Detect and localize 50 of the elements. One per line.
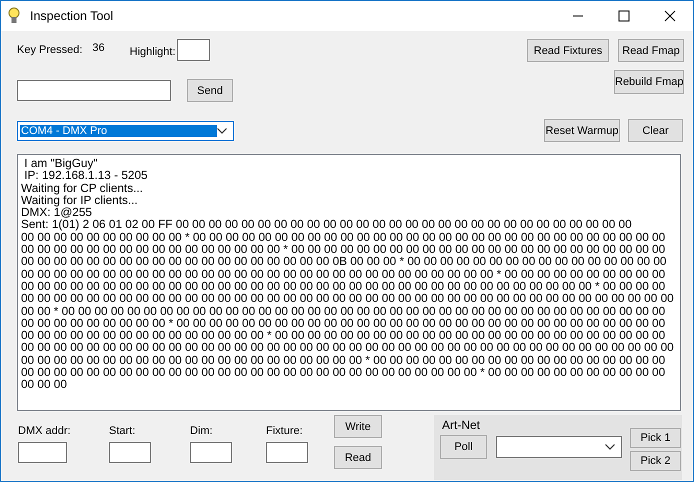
log-line: Waiting for CP clients... <box>21 182 144 194</box>
send-button[interactable]: Send <box>187 79 233 102</box>
read-button[interactable]: Read <box>334 446 382 469</box>
log-line: 00 00 00 00 00 00 00 00 00 00 00 00 00 00 00 00 00 00 00 0B 00 00 00 * 00 00 00 00 00 00 00 00 00 00 00 00 00 00 00 00 <box>21 255 668 268</box>
key-pressed-value: 36 <box>92 42 105 54</box>
light-bulb-icon <box>8 7 20 25</box>
number-input-field[interactable] <box>18 442 67 463</box>
highlight-field[interactable] <box>176 39 210 61</box>
pick-button[interactable]: Pick 2 <box>630 451 681 471</box>
number-input-field[interactable] <box>190 442 232 463</box>
rebuild-fmap-button[interactable]: Rebuild Fmap <box>614 70 684 94</box>
log-line: 00 00 00 <box>21 378 68 391</box>
field-label: DMX addr: <box>18 425 72 439</box>
send-input-field[interactable] <box>17 80 171 101</box>
art-net-label: Art-Net <box>442 418 482 432</box>
log-line: 00 00 00 00 00 00 00 00 00 00 * 00 00 00 00 00 00 00 00 00 00 00 00 00 00 00 00 00 00 00 00 00 00 00 00 00 00 00 00 00 <box>21 230 666 244</box>
log-line: Waiting for IP clients... <box>21 194 139 206</box>
pick-button[interactable]: Pick 1 <box>630 428 681 448</box>
write-button[interactable]: Write <box>334 415 382 438</box>
log-line: 00 00 00 00 00 00 00 00 00 00 00 00 00 00 00 00 * 00 00 00 00 00 00 00 00 00 00 00 00 00 00 00 00 00 00 00 00 00 00 00 <box>21 243 666 256</box>
field-label: Start: <box>109 425 136 439</box>
log-line: Sent: 1(01) 2 06 01 02 00 FF 00 00 00 00 00 00 00 00 00 00 00 00 00 00 00 00 00 00 00 00 00 00 00 00 00 00 00 00 <box>21 218 633 231</box>
log-line: 00 00 00 00 00 00 00 00 00 00 00 00 00 00 00 00 00 00 00 00 00 00 00 00 00 00 00 00 00 * 00 00 00 00 00 00 00 00 00 00 <box>21 268 666 280</box>
log-line: 00 00 00 00 00 00 00 00 00 00 00 00 00 00 00 00 00 00 00 00 00 00 00 00 00 00 00 00 00 00 00 00 00 00 00 00 00 00 00 00 <box>21 292 675 305</box>
log-line: I am "BigGuy" <box>23 157 99 170</box>
read-fixtures-button[interactable]: Read Fixtures <box>527 39 609 62</box>
log-line: 00 00 00 00 00 00 00 00 00 00 00 00 00 00 00 00 00 00 00 00 00 00 00 00 00 00 00 00 00 00 00 00 00 00 00 * 00 00 00 00 <box>21 280 666 292</box>
close-icon[interactable] <box>664 10 676 22</box>
field-label: Fixture: <box>266 425 304 439</box>
clear-button[interactable]: Clear <box>628 119 683 142</box>
field-label: Dim: <box>190 425 214 439</box>
log-line: DMX: 1@255 <box>21 206 93 218</box>
number-input-field[interactable] <box>266 442 308 463</box>
log-line: IP: 192.168.1.13 - 5205 <box>23 169 149 182</box>
poll-button[interactable]: Poll <box>440 435 487 459</box>
maximize-icon[interactable] <box>618 10 630 22</box>
log-line: 00 00 00 00 00 00 00 00 00 00 00 00 00 00 00 * 00 00 00 00 00 00 00 00 00 00 00 00 00 00 00 00 00 00 00 00 00 00 00 00 <box>21 329 666 342</box>
number-input-field[interactable] <box>109 442 151 463</box>
node-dropdown[interactable] <box>496 436 622 458</box>
log-line: 00 00 00 00 00 00 00 00 00 * 00 00 00 00 00 00 00 00 00 00 00 00 00 00 00 00 00 00 00 00 00 00 00 00 00 00 00 00 00 00 <box>21 316 666 330</box>
log-line: 00 00 00 00 00 00 00 00 00 00 00 00 00 00 00 00 00 00 00 00 00 00 00 00 00 00 00 00 00 00 00 00 00 00 00 00 00 00 00 00 <box>21 341 675 354</box>
log-line: 00 00 * 00 00 00 00 00 00 00 00 00 00 00 00 00 00 00 00 00 00 00 00 00 00 00 00 00 00 00 00 00 00 00 00 00 00 00 00 00 <box>21 304 666 317</box>
port-dropdown[interactable]: COM4 - DMX Pro <box>17 120 234 140</box>
log-line: 00 00 00 00 00 00 00 00 00 00 00 00 00 00 00 00 00 00 00 00 00 00 00 00 00 00 00 00 * 00 00 00 00 00 00 00 00 00 00 00 <box>21 366 666 378</box>
window-title: Inspection Tool <box>30 9 114 23</box>
read-fmap-button[interactable]: Read Fmap <box>618 39 684 62</box>
key-pressed-label: Key Pressed: <box>17 44 82 56</box>
highlight-label: Highlight: <box>130 46 176 58</box>
log-line: 00 00 00 00 00 00 00 00 00 00 00 00 00 00 00 00 00 00 00 00 00 * 00 00 00 00 00 00 00 00 00 00 00 00 00 00 00 00 00 00 <box>21 354 666 366</box>
reset-warmup-button[interactable]: Reset Warmup <box>544 119 620 142</box>
